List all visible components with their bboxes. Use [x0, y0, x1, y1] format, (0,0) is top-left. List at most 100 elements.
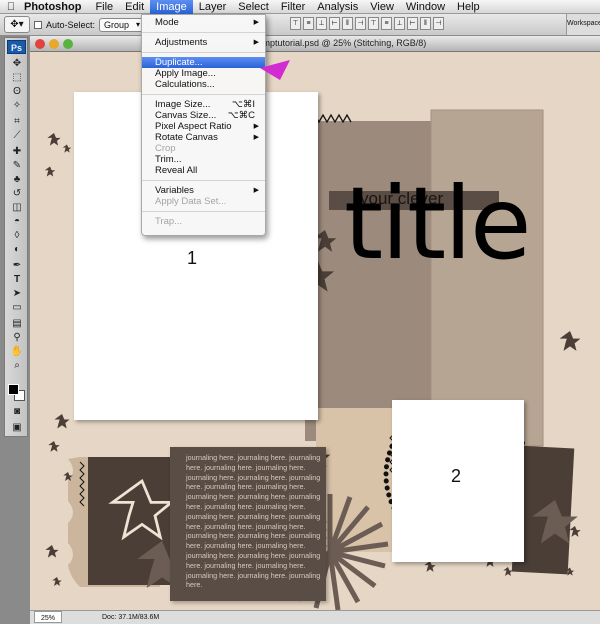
- minimize-window-button[interactable]: [49, 39, 59, 49]
- align-bottom-icon[interactable]: ⊥: [316, 17, 327, 30]
- document-window: ...mptutorial.psd @ 25% (Stitching, RGB/…: [30, 36, 600, 624]
- menu-layer[interactable]: Layer: [193, 0, 233, 14]
- menu-item-image-size-label: Image Size...: [155, 99, 211, 110]
- menu-item-canvas-size[interactable]: Canvas Size... ⌥⌘C: [142, 110, 265, 121]
- menu-item-calculations[interactable]: Calculations...: [142, 79, 265, 90]
- distribute-top-icon[interactable]: ⊤: [368, 17, 379, 30]
- menu-item-pixel-aspect-ratio-label: Pixel Aspect Ratio: [155, 121, 232, 132]
- move-tool-icon: ✥▾: [10, 19, 24, 30]
- quick-mask-icon[interactable]: ◙: [7, 406, 27, 418]
- healing-brush-tool-icon[interactable]: ✚: [7, 146, 27, 158]
- type-tool-icon[interactable]: T: [7, 274, 27, 286]
- status-bar: 25% Doc: 37.1M/83.6M: [30, 610, 600, 624]
- title-text: title: [344, 165, 532, 282]
- menu-window[interactable]: Window: [400, 0, 451, 14]
- zoom-tool-icon[interactable]: ⌕: [7, 360, 27, 372]
- align-vcenter-icon[interactable]: ≡: [303, 17, 314, 30]
- menu-item-rotate-canvas-label: Rotate Canvas: [155, 132, 218, 143]
- distribute-vcenter-icon[interactable]: ≡: [381, 17, 392, 30]
- menu-separator: [142, 32, 265, 33]
- auto-select-checkbox[interactable]: [34, 20, 42, 29]
- paint-bucket-tool-icon[interactable]: ◓: [7, 216, 27, 228]
- menu-item-reveal-all[interactable]: Reveal All: [142, 165, 265, 176]
- menu-filter[interactable]: Filter: [275, 0, 311, 14]
- menu-image[interactable]: Image: [150, 0, 193, 14]
- close-window-button[interactable]: [35, 39, 45, 49]
- document-canvas[interactable]: 1 your clever title 2 journaling here. j…: [30, 52, 600, 610]
- menu-item-trim-label: Trim...: [155, 154, 182, 165]
- align-buttons: ⊤ ≡ ⊥ ⊢ ‖ ⊣ ⊤ ≡ ⊥ ⊢ ‖ ⊣: [290, 17, 444, 30]
- submenu-arrow-icon: ▶: [253, 187, 259, 194]
- tool-preset-picker[interactable]: ✥▾: [4, 16, 30, 33]
- menu-item-adjustments-label: Adjustments: [155, 37, 208, 48]
- auto-select-label: Auto-Select:: [46, 19, 96, 30]
- history-brush-tool-icon[interactable]: ↺: [7, 188, 27, 200]
- menu-item-crop[interactable]: Crop: [142, 143, 265, 154]
- document-size-info[interactable]: Doc: 37.1M/83.6M: [102, 611, 159, 624]
- align-top-icon[interactable]: ⊤: [290, 17, 301, 30]
- menu-help[interactable]: Help: [451, 0, 486, 14]
- blur-tool-icon[interactable]: ◊: [7, 230, 27, 242]
- notes-tool-icon[interactable]: ▤: [7, 318, 27, 330]
- menu-item-variables[interactable]: Variables ▶: [142, 185, 265, 196]
- menu-analysis[interactable]: Analysis: [311, 0, 364, 14]
- menu-item-pixel-aspect-ratio[interactable]: Pixel Aspect Ratio ▶: [142, 121, 265, 132]
- align-hcenter-icon[interactable]: ‖: [342, 17, 353, 30]
- menu-item-duplicate[interactable]: Duplicate...: [142, 57, 265, 68]
- shape-tool-icon[interactable]: ▭: [7, 302, 27, 314]
- menu-separator: [142, 211, 265, 212]
- menu-select[interactable]: Select: [232, 0, 275, 14]
- menu-item-apply-image[interactable]: Apply Image...: [142, 68, 265, 79]
- align-right-icon[interactable]: ⊣: [355, 17, 366, 30]
- align-left-icon[interactable]: ⊢: [329, 17, 340, 30]
- dodge-tool-icon[interactable]: ◐: [7, 244, 27, 256]
- menu-item-trim[interactable]: Trim...: [142, 154, 265, 165]
- photo-1-number: 1: [187, 248, 198, 268]
- menu-item-adjustments[interactable]: Adjustments ▶: [142, 37, 265, 48]
- distribute-right-icon[interactable]: ⊣: [433, 17, 444, 30]
- brush-tool-icon[interactable]: ✎: [7, 160, 27, 172]
- workspace-button[interactable]: Workspace: [566, 14, 600, 35]
- menu-item-trap-label: Trap...: [155, 216, 183, 227]
- zoom-level-field[interactable]: 25%: [34, 611, 62, 623]
- path-selection-tool-icon[interactable]: ➤: [7, 288, 27, 300]
- screen-mode-icon[interactable]: ▣: [7, 422, 27, 434]
- hand-tool-icon[interactable]: ✋: [7, 346, 27, 358]
- menu-item-calculations-label: Calculations...: [155, 79, 215, 90]
- distribute-left-icon[interactable]: ⊢: [407, 17, 418, 30]
- pen-tool-icon[interactable]: ✒: [7, 260, 27, 272]
- menu-item-mode[interactable]: Mode ▶: [142, 17, 265, 28]
- apple-icon[interactable]: : [0, 1, 22, 13]
- clone-stamp-tool-icon[interactable]: ♣: [7, 174, 27, 186]
- zoom-window-button[interactable]: [63, 39, 73, 49]
- marquee-tool-icon[interactable]: ⬚: [7, 72, 27, 84]
- menu-item-apply-data-set-label: Apply Data Set...: [155, 196, 227, 207]
- menu-file[interactable]: File: [89, 0, 119, 14]
- mac-menubar:  Photoshop File Edit Image Layer Select…: [0, 0, 600, 14]
- menu-item-image-size[interactable]: Image Size... ⌥⌘I: [142, 99, 265, 110]
- lasso-tool-icon[interactable]: ʘ: [7, 86, 27, 98]
- crop-tool-icon[interactable]: ⌗: [7, 116, 27, 128]
- auto-select-dropdown[interactable]: Group: [99, 17, 145, 32]
- ps-logo[interactable]: Ps: [7, 40, 26, 54]
- move-tool-icon[interactable]: ✥: [7, 58, 27, 70]
- menu-item-trap[interactable]: Trap...: [142, 216, 265, 227]
- slice-tool-icon[interactable]: ⟋: [7, 130, 27, 142]
- menu-view[interactable]: View: [364, 0, 400, 14]
- eyedropper-tool-icon[interactable]: ⚲: [7, 332, 27, 344]
- distribute-bottom-icon[interactable]: ⊥: [394, 17, 405, 30]
- menu-item-rotate-canvas[interactable]: Rotate Canvas ▶: [142, 132, 265, 143]
- menu-item-apply-data-set[interactable]: Apply Data Set...: [142, 196, 265, 207]
- menu-separator: [142, 94, 265, 95]
- distribute-hcenter-icon[interactable]: ‖: [420, 17, 431, 30]
- photo-2-number: 2: [451, 466, 462, 486]
- tools-panel: Ps ✥ ⬚ ʘ ✧ ⌗ ⟋ ✚ ✎ ♣ ↺ ◫ ◓ ◊ ◐ ✒ T ➤ ▭ ▤…: [4, 37, 28, 437]
- magic-wand-tool-icon[interactable]: ✧: [7, 100, 27, 112]
- app-menu-photoshop[interactable]: Photoshop: [22, 1, 89, 13]
- pointer-arrow-icon: [260, 60, 290, 80]
- menu-edit[interactable]: Edit: [119, 0, 150, 14]
- document-titlebar[interactable]: ...mptutorial.psd @ 25% (Stitching, RGB/…: [30, 36, 600, 52]
- eraser-tool-icon[interactable]: ◫: [7, 202, 27, 214]
- shortcut-canvas-size: ⌥⌘C: [227, 110, 255, 121]
- foreground-color-swatch[interactable]: [8, 384, 19, 395]
